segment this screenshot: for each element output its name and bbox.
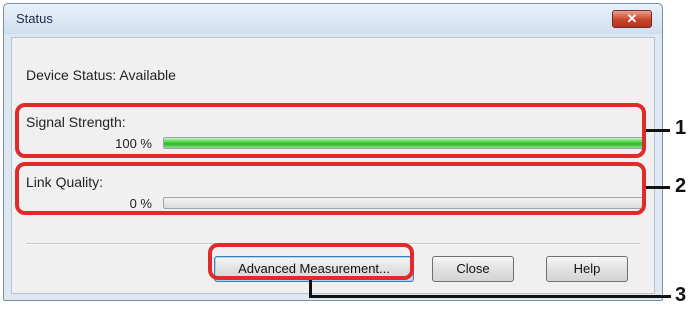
device-status-text: Device Status: Available: [26, 67, 176, 83]
callout-number-3: 3: [675, 284, 687, 306]
close-button[interactable]: Close: [432, 256, 514, 282]
window-title: Status: [16, 11, 53, 26]
leader-line-1: [646, 129, 670, 132]
callout-box-1: [15, 103, 646, 158]
close-icon: ✕: [626, 11, 638, 26]
title-bar[interactable]: Status ✕: [4, 4, 662, 34]
callout-box-3: [208, 243, 414, 280]
help-button[interactable]: Help: [546, 256, 628, 282]
callout-number-2: 2: [675, 175, 687, 197]
close-window-button[interactable]: ✕: [612, 10, 652, 28]
leader-line-2: [646, 186, 670, 189]
callout-number-1: 1: [675, 117, 687, 139]
callout-box-2: [15, 162, 646, 215]
leader-line-3-horizontal: [309, 295, 671, 298]
